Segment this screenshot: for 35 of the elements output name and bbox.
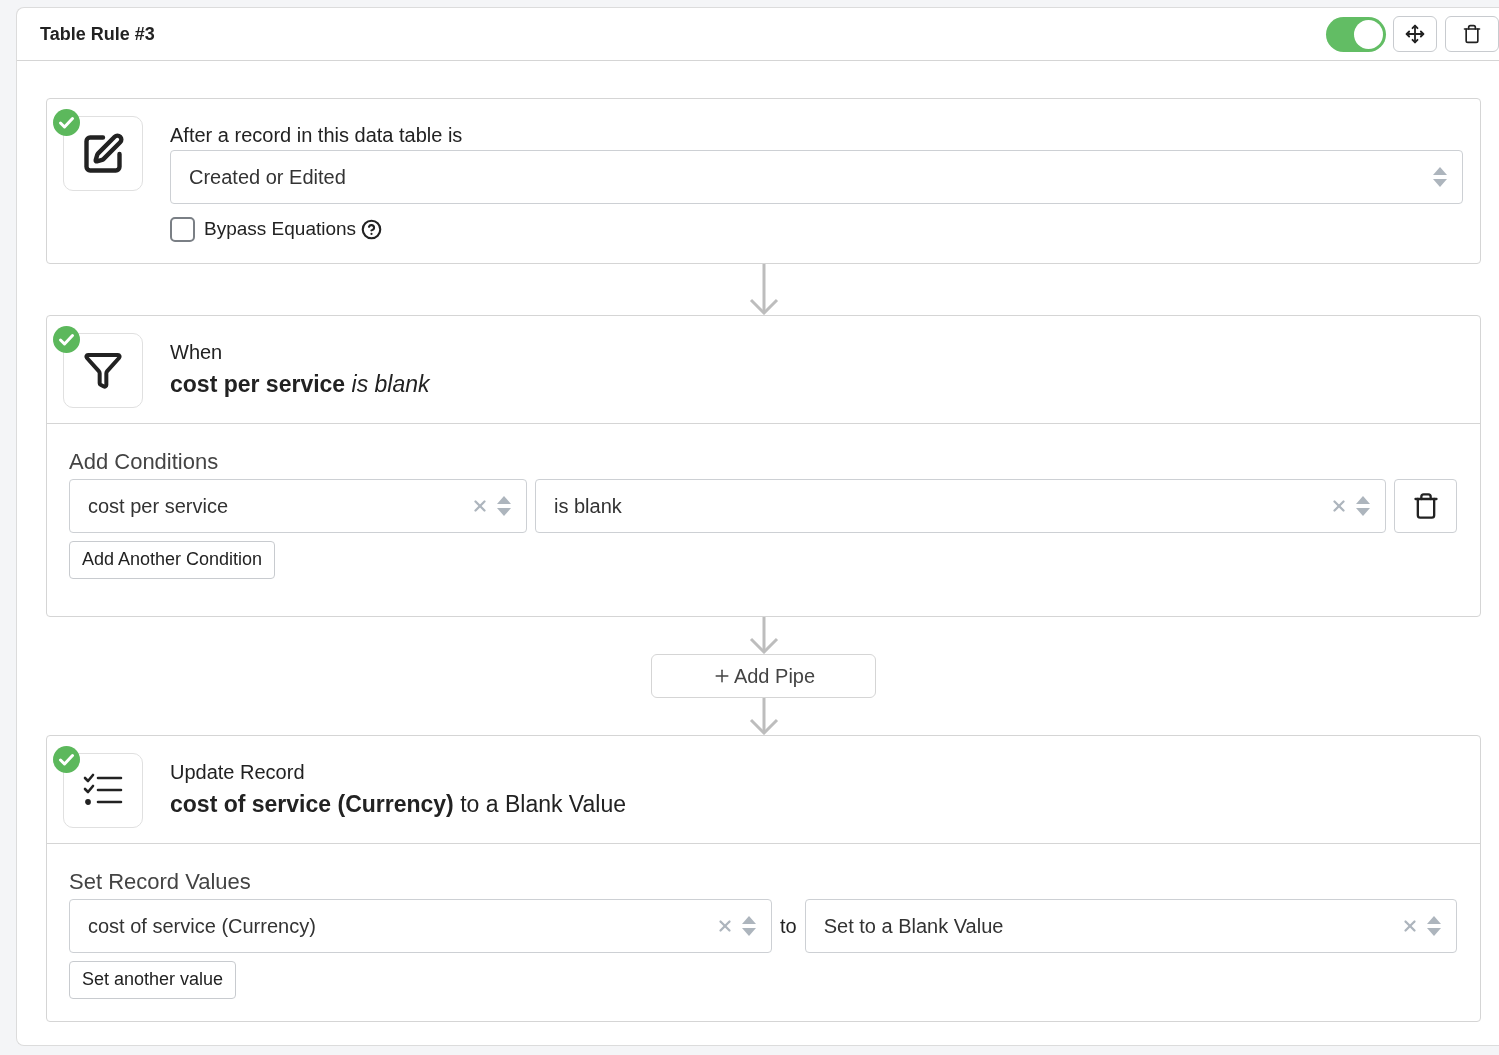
sort-caret-icon xyxy=(1356,495,1370,516)
section-title: Add Conditions xyxy=(69,447,220,476)
step-label: Update Record xyxy=(170,759,306,785)
edit-icon xyxy=(63,116,143,191)
sort-caret-icon xyxy=(742,915,756,936)
joiner-text: to xyxy=(780,913,797,939)
dropdown-select[interactable]: cost per service xyxy=(69,478,527,533)
checkbox[interactable] xyxy=(170,216,195,242)
dropdown-select[interactable]: Created or Edited xyxy=(170,150,1463,204)
step-label: When xyxy=(170,339,224,365)
add-button[interactable]: Set another value xyxy=(69,960,237,999)
delete-rule-button[interactable] xyxy=(1445,16,1499,52)
step-summary: cost per service is blank xyxy=(170,369,430,399)
checkbox-label[interactable]: Bypass Equations xyxy=(204,215,357,244)
checklist-icon xyxy=(63,752,143,828)
delete-condition-button[interactable] xyxy=(1394,478,1457,533)
toggle-switch[interactable] xyxy=(1326,16,1386,52)
sort-caret-icon xyxy=(1433,167,1447,187)
move-icon xyxy=(1405,24,1425,44)
dropdown-select[interactable]: is blank xyxy=(535,478,1386,533)
trash-icon xyxy=(1462,24,1482,44)
section-title: Set Record Values xyxy=(69,867,252,896)
sort-caret-icon xyxy=(497,495,511,516)
move-button[interactable] xyxy=(1393,16,1437,52)
add-pipe-button[interactable]: Add Pipe xyxy=(651,653,876,698)
help-icon[interactable] xyxy=(361,218,383,240)
trash-icon xyxy=(1411,491,1440,520)
rule-title: Table Rule #3 xyxy=(40,22,155,46)
add-button[interactable]: Add Another Condition xyxy=(69,540,276,579)
dropdown-select[interactable]: cost of service (Currency) xyxy=(69,898,772,953)
sort-caret-icon xyxy=(1427,915,1441,936)
filter-icon xyxy=(63,332,143,408)
step-summary: cost of service (Currency) to a Blank Value xyxy=(170,789,626,819)
dropdown-select[interactable]: Set to a Blank Value xyxy=(804,898,1457,953)
step-label: After a record in this data table is xyxy=(170,123,464,148)
